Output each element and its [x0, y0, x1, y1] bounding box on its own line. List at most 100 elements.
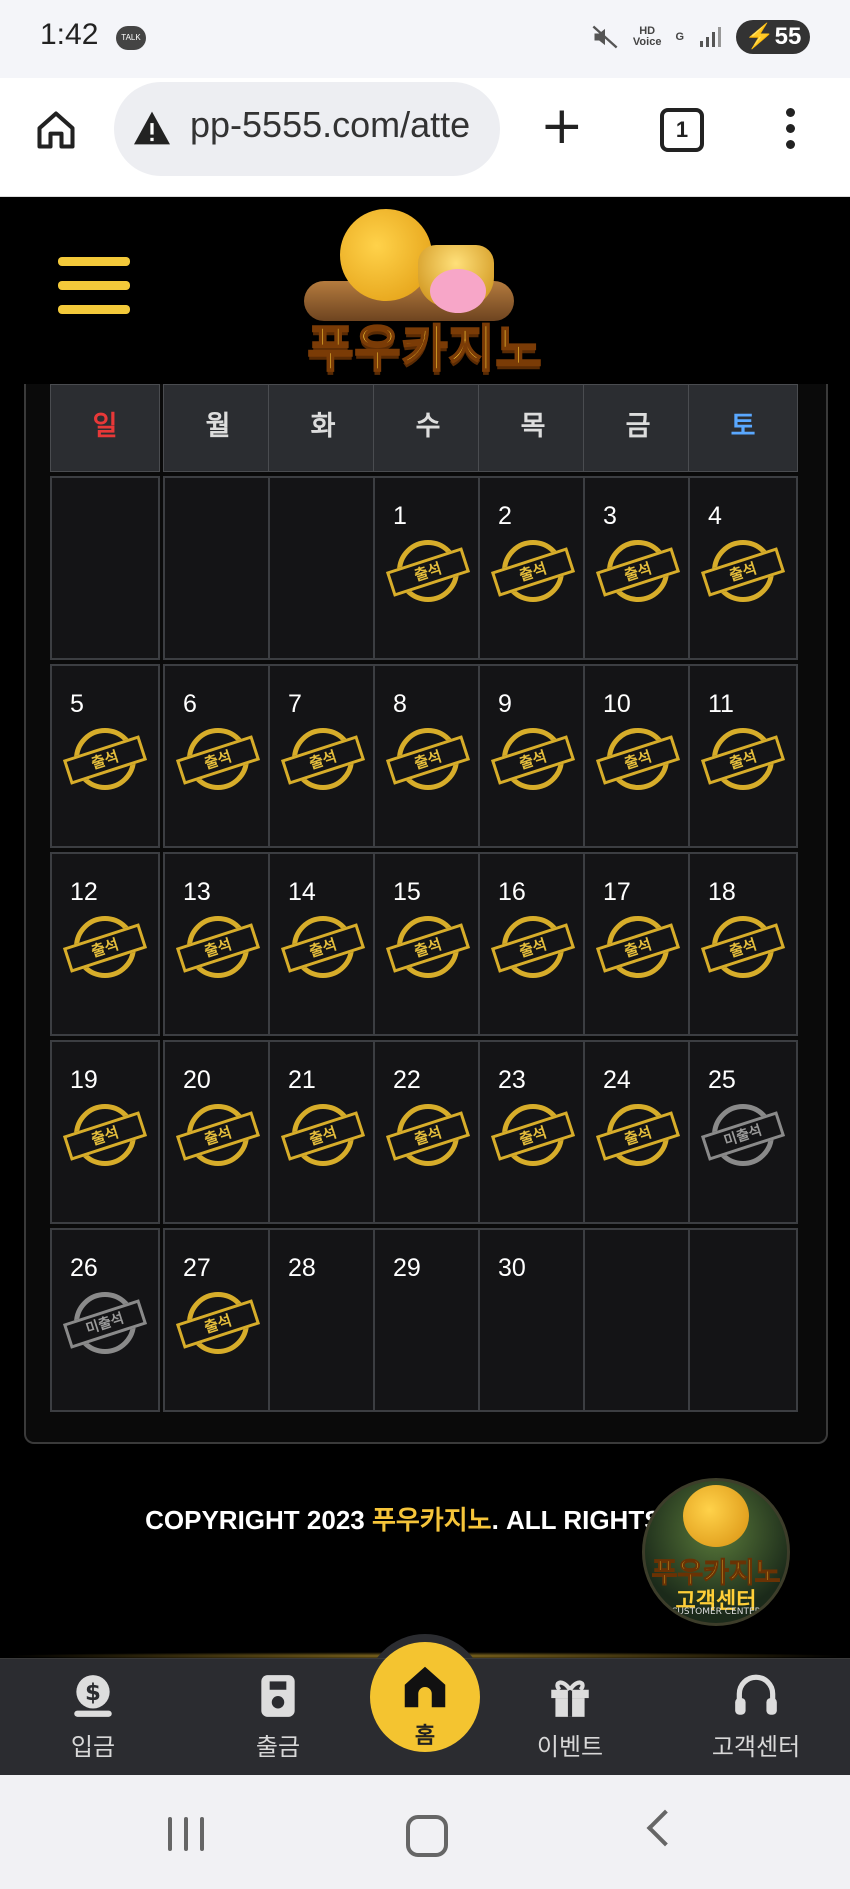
calendar-day-cell[interactable]: 25 미출석 — [688, 1040, 798, 1224]
calendar-day-cell[interactable]: 24 출석 — [583, 1040, 693, 1224]
day-number: 27 — [183, 1254, 211, 1282]
day-number: 28 — [288, 1254, 316, 1282]
home-icon[interactable] — [34, 108, 78, 152]
attended-stamp-icon: 출석 — [700, 916, 786, 978]
stamp-label: 출석 — [700, 923, 786, 973]
calendar-day-cell[interactable]: 9 출석 — [478, 664, 588, 848]
calendar-empty-cell — [583, 1228, 693, 1412]
network-icon: G — [675, 30, 684, 43]
day-number: 20 — [183, 1066, 211, 1094]
day-number: 13 — [183, 878, 211, 906]
attended-stamp-icon: 출석 — [280, 916, 366, 978]
calendar-day-cell[interactable]: 19 출석 — [50, 1040, 160, 1224]
address-bar[interactable]: pp-5555.com/atte — [114, 82, 500, 176]
attended-stamp-icon: 출석 — [490, 916, 576, 978]
clock: 1:42 — [40, 18, 99, 51]
battery-icon: ⚡55 — [736, 20, 810, 54]
attended-stamp-icon: 출석 — [595, 540, 681, 602]
calendar-day-cell[interactable]: 7 출석 — [268, 664, 378, 848]
logo-brand-text: 푸우카지노 — [307, 319, 543, 379]
svg-text:$: $ — [85, 1680, 101, 1706]
calendar-day-cell[interactable]: 8 출석 — [373, 664, 483, 848]
stamp-label: 출석 — [62, 1111, 148, 1161]
site-logo[interactable]: 푸우카지노 — [290, 205, 560, 379]
stamp-label: 미출석 — [700, 1111, 786, 1161]
weekday-header: 금 — [583, 384, 693, 472]
site-header: 푸우카지노 — [0, 197, 850, 383]
day-number: 22 — [393, 1066, 421, 1094]
calendar-day-cell[interactable]: 11 출석 — [688, 664, 798, 848]
attended-stamp-icon: 출석 — [62, 728, 148, 790]
nav-withdraw[interactable]: 출금 — [218, 1671, 338, 1762]
deposit-icon: $ — [74, 1675, 112, 1717]
nav-home-button[interactable]: 홈 — [370, 1642, 480, 1752]
calendar-day-cell[interactable]: 17 출석 — [583, 852, 693, 1036]
calendar-day-cell[interactable]: 16 출석 — [478, 852, 588, 1036]
copyright-brand: 푸우카지노 — [371, 1505, 492, 1535]
day-number: 16 — [498, 878, 526, 906]
nav-withdraw-label: 출금 — [255, 1733, 301, 1761]
calendar-day-cell[interactable]: 29 — [373, 1228, 483, 1412]
calendar-day-cell[interactable]: 2 출석 — [478, 476, 588, 660]
signal-icon — [700, 27, 721, 47]
attended-stamp-icon: 출석 — [280, 1104, 366, 1166]
customer-center-bear — [683, 1485, 749, 1547]
attended-stamp-icon: 출석 — [175, 1104, 261, 1166]
calendar-day-cell[interactable]: 30 — [478, 1228, 588, 1412]
home-icon — [404, 1666, 446, 1708]
attended-stamp-icon: 출석 — [595, 1104, 681, 1166]
stamp-label: 출석 — [595, 735, 681, 785]
nav-support[interactable]: 고객센터 — [696, 1671, 816, 1762]
back-icon[interactable] — [646, 1809, 684, 1847]
stamp-label: 출석 — [385, 735, 471, 785]
system-home-icon[interactable] — [406, 1815, 448, 1857]
recent-apps-icon[interactable] — [168, 1817, 216, 1855]
stamp-label: 출석 — [490, 547, 576, 597]
nav-event[interactable]: 이벤트 — [510, 1671, 630, 1762]
calendar-day-cell[interactable]: 4 출석 — [688, 476, 798, 660]
calendar-empty-cell — [688, 1228, 798, 1412]
calendar-empty-cell — [163, 476, 273, 660]
nav-deposit[interactable]: $ 입금 — [33, 1671, 153, 1762]
calendar-day-cell[interactable]: 27 출석 — [163, 1228, 273, 1412]
customer-center-button[interactable]: 푸우카지노 고객센터 CUSTOMER CENTER — [642, 1478, 790, 1626]
day-number: 17 — [603, 878, 631, 906]
battery-level: 55 — [774, 23, 802, 50]
hamburger-menu-icon[interactable] — [58, 257, 130, 329]
status-icons: HD Voice G ⚡55 — [591, 20, 810, 54]
calendar-day-cell[interactable]: 20 출석 — [163, 1040, 273, 1224]
calendar-day-cell[interactable]: 13 출석 — [163, 852, 273, 1036]
calendar-day-cell[interactable]: 18 출석 — [688, 852, 798, 1036]
calendar-day-cell[interactable]: 26 미출석 — [50, 1228, 160, 1412]
calendar-day-cell[interactable]: 21 출석 — [268, 1040, 378, 1224]
logo-piglet — [430, 269, 486, 313]
day-number: 4 — [708, 502, 722, 530]
calendar-day-cell[interactable]: 12 출석 — [50, 852, 160, 1036]
warning-icon[interactable] — [132, 110, 172, 146]
attended-stamp-icon: 출석 — [175, 728, 261, 790]
calendar-day-cell[interactable]: 14 출석 — [268, 852, 378, 1036]
new-tab-button[interactable]: + — [540, 100, 584, 152]
attended-stamp-icon: 출석 — [175, 916, 261, 978]
more-menu-icon[interactable] — [786, 108, 796, 156]
stamp-label: 출석 — [280, 1111, 366, 1161]
day-number: 18 — [708, 878, 736, 906]
weekday-header: 화 — [268, 384, 378, 472]
calendar-day-cell[interactable]: 3 출석 — [583, 476, 693, 660]
day-number: 9 — [498, 690, 512, 718]
calendar-day-cell[interactable]: 10 출석 — [583, 664, 693, 848]
calendar-day-cell[interactable]: 5 출석 — [50, 664, 160, 848]
tab-switcher-button[interactable]: 1 — [660, 108, 704, 152]
stamp-label: 출석 — [700, 735, 786, 785]
day-number: 5 — [70, 690, 84, 718]
calendar-day-cell[interactable]: 6 출석 — [163, 664, 273, 848]
calendar-day-cell[interactable]: 23 출석 — [478, 1040, 588, 1224]
day-number: 1 — [393, 502, 407, 530]
calendar-day-cell[interactable]: 28 — [268, 1228, 378, 1412]
calendar-day-cell[interactable]: 1 출석 — [373, 476, 483, 660]
calendar-day-cell[interactable]: 15 출석 — [373, 852, 483, 1036]
kakaotalk-icon: TALK — [116, 26, 146, 50]
url-text[interactable]: pp-5555.com/atte — [190, 104, 470, 146]
day-number: 2 — [498, 502, 512, 530]
calendar-day-cell[interactable]: 22 출석 — [373, 1040, 483, 1224]
